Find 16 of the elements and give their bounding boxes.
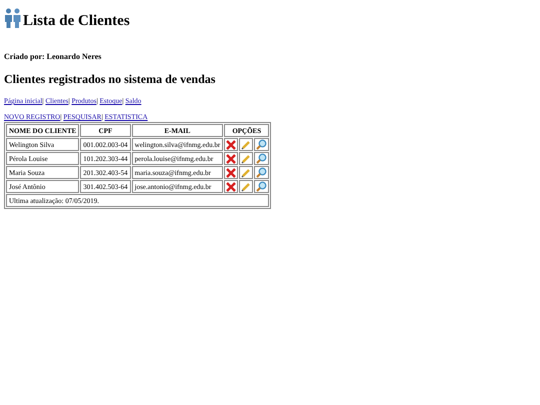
pencil-icon[interactable]: [241, 140, 252, 150]
pencil-icon[interactable]: [241, 154, 252, 164]
delete-icon[interactable]: [226, 168, 236, 178]
search-icon[interactable]: [256, 139, 268, 150]
search-icon[interactable]: [256, 153, 268, 164]
section-heading: Clientes registrados no sistema de vendas: [4, 72, 216, 87]
pencil-icon[interactable]: [241, 182, 252, 192]
delete-icon[interactable]: [226, 140, 236, 150]
delete-icon[interactable]: [226, 182, 236, 192]
page-title: Lista de Clientes: [23, 13, 130, 30]
pencil-icon[interactable]: [241, 168, 252, 178]
search-icon[interactable]: [256, 167, 268, 178]
search-icon[interactable]: [256, 181, 268, 192]
people-icon: [4, 8, 22, 28]
author-text: Criado por: Leonardo Neres: [4, 52, 102, 61]
delete-icon[interactable]: [226, 154, 236, 164]
